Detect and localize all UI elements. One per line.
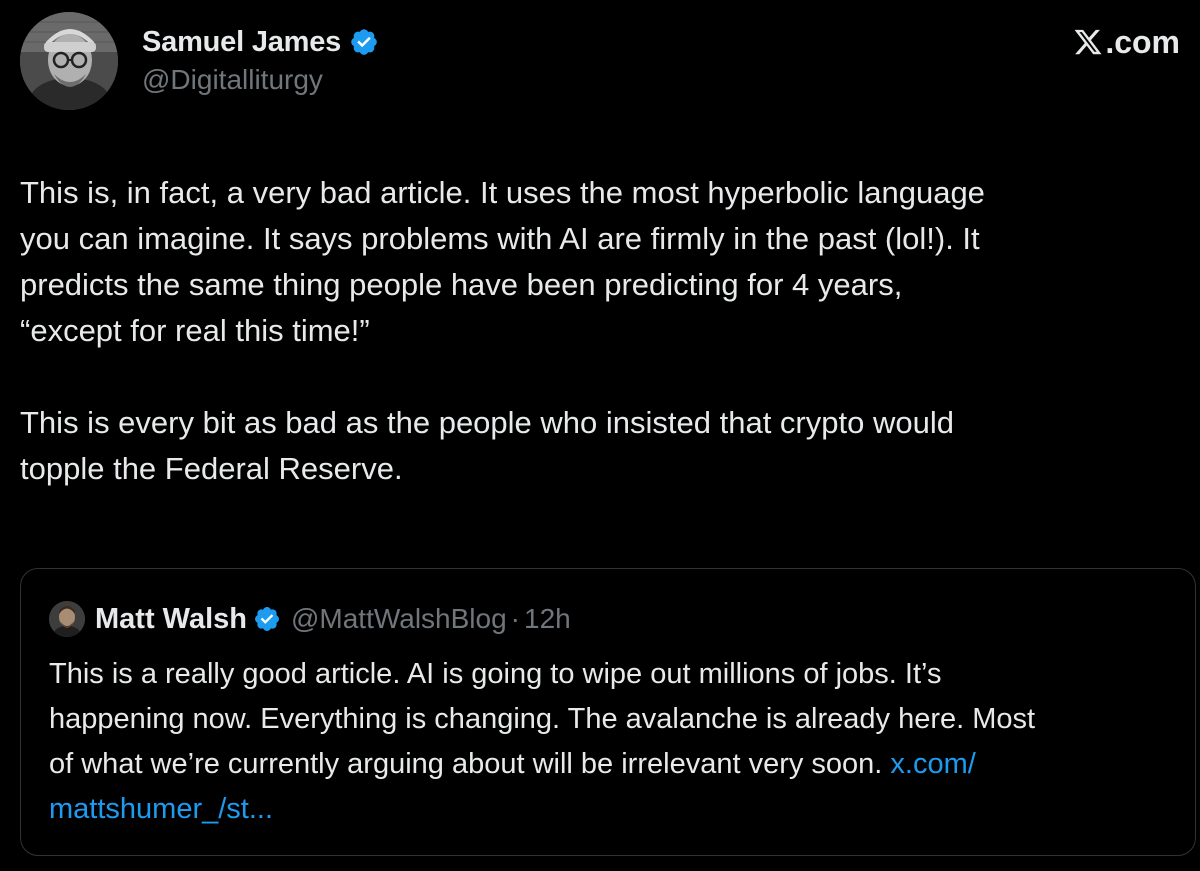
tweet-line: predicts the same thing people have been… (20, 267, 903, 302)
verified-badge-icon (255, 607, 279, 631)
quoted-tweet-timestamp[interactable]: 12h (524, 603, 571, 635)
quoted-tweet-line: happening now. Everything is changing. T… (49, 703, 1036, 735)
tweet-line: you can imagine. It says problems with A… (20, 221, 980, 256)
quoted-author-avatar[interactable] (49, 601, 85, 637)
tweet-screenshot: Samuel James @Digitalliturgy .com This i… (0, 0, 1200, 871)
tweet-text: This is, in fact, a very bad article. It… (20, 170, 1180, 492)
author-display-name[interactable]: Samuel James (142, 26, 341, 59)
author-avatar[interactable] (20, 12, 118, 110)
author-handle[interactable]: @Digitalliturgy (142, 64, 323, 96)
quoted-tweet-line: This is a really good article. AI is goi… (49, 658, 942, 690)
quoted-tweet-header: Matt Walsh @MattWalshBlog · 12h (49, 599, 571, 639)
tweet-line: “except for real this time!” (20, 313, 370, 348)
quoted-tweet-line: of what we’re currently arguing about wi… (49, 748, 891, 780)
quoted-author-handle[interactable]: @MattWalshBlog (291, 603, 507, 635)
quoted-author-display-name[interactable]: Matt Walsh (95, 603, 247, 636)
quoted-tweet-text: This is a really good article. AI is goi… (49, 652, 1179, 832)
brand-watermark: .com (1073, 20, 1180, 64)
quoted-tweet-link-continued[interactable]: mattshumer_/st... (49, 793, 273, 825)
brand-domain: .com (1105, 23, 1180, 60)
quoted-tweet-card[interactable]: Matt Walsh @MattWalshBlog · 12h This is … (20, 568, 1196, 856)
tweet-line: topple the Federal Reserve. (20, 451, 403, 486)
author-name-row: Samuel James (142, 22, 379, 62)
tweet-line: This is, in fact, a very bad article. It… (20, 175, 985, 210)
verified-badge-icon (351, 29, 377, 55)
x-logo-icon (1074, 29, 1102, 55)
author-avatar-image (20, 12, 118, 110)
header-separator: · (510, 603, 520, 634)
tweet-line: This is every bit as bad as the people w… (20, 405, 954, 440)
quoted-author-avatar-image (49, 601, 85, 637)
tweet-paragraph-2: This is every bit as bad as the people w… (20, 400, 1180, 492)
tweet-paragraph-1: This is, in fact, a very bad article. It… (20, 170, 1180, 354)
quoted-tweet-link[interactable]: x.com/ (890, 748, 975, 780)
